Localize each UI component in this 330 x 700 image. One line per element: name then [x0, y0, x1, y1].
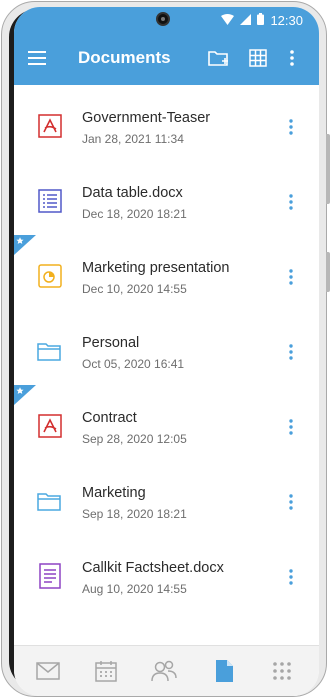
grid-view-icon[interactable]	[245, 45, 271, 71]
phone-frame: 12:30 Documents Government-Teaser Jan 28…	[1, 1, 330, 697]
list-item[interactable]: Contract Sep 28, 2020 12:05	[14, 385, 319, 460]
signal-icon	[240, 12, 252, 30]
calendar-icon[interactable]	[92, 658, 120, 684]
list-item[interactable]: Callkit Factsheet.docx Aug 10, 2020 14:5…	[14, 535, 319, 610]
apps-grid-icon[interactable]	[268, 658, 296, 684]
star-flag-icon	[14, 385, 36, 405]
status-icons: 12:30	[221, 12, 303, 30]
bottom-navigation	[14, 645, 319, 696]
pdf-file-icon	[36, 112, 64, 140]
status-time: 12:30	[270, 13, 303, 28]
documents-list: Government-Teaser Jan 28, 2021 11:34 Dat…	[14, 85, 319, 610]
document-name: Personal	[82, 335, 140, 351]
document-date: Jan 28, 2021 11:34	[82, 132, 184, 146]
table-file-icon	[36, 187, 64, 215]
document-name: Government-Teaser	[82, 110, 211, 126]
document-date: Oct 05, 2020 16:41	[82, 357, 185, 371]
item-more-icon[interactable]	[282, 340, 300, 364]
new-folder-icon[interactable]	[206, 45, 232, 71]
pdf-file-icon	[36, 412, 64, 440]
more-options-icon[interactable]	[279, 45, 305, 71]
hamburger-menu-icon[interactable]	[24, 45, 50, 71]
document-date: Sep 28, 2020 12:05	[82, 432, 187, 446]
list-item[interactable]: Data table.docx Dec 18, 2020 18:21	[14, 160, 319, 235]
list-item[interactable]: Marketing presentation Dec 10, 2020 14:5…	[14, 235, 319, 310]
app-bar: Documents	[14, 31, 319, 85]
item-more-icon[interactable]	[282, 565, 300, 589]
status-bar: 12:30	[14, 7, 319, 31]
document-name: Marketing	[82, 485, 146, 501]
mail-icon[interactable]	[34, 658, 62, 684]
document-name: Marketing presentation	[82, 260, 230, 276]
list-item[interactable]: Government-Teaser Jan 28, 2021 11:34	[14, 85, 319, 160]
list-item[interactable]: Marketing Sep 18, 2020 18:21	[14, 460, 319, 535]
document-file-icon	[36, 562, 64, 590]
volume-button	[326, 134, 330, 204]
item-more-icon[interactable]	[282, 190, 300, 214]
document-date: Sep 18, 2020 18:21	[82, 507, 187, 521]
document-name: Contract	[82, 410, 137, 426]
document-date: Dec 18, 2020 18:21	[82, 207, 187, 221]
folder-icon	[36, 337, 64, 365]
star-flag-icon	[14, 235, 36, 255]
battery-icon	[257, 12, 265, 30]
document-name: Callkit Factsheet.docx	[82, 560, 224, 576]
power-button	[326, 252, 330, 292]
folder-icon	[36, 487, 64, 515]
documents-icon[interactable]	[210, 658, 238, 684]
item-more-icon[interactable]	[282, 415, 300, 439]
screen: 12:30 Documents Government-Teaser Jan 28…	[14, 7, 319, 696]
document-date: Aug 10, 2020 14:55	[82, 582, 187, 596]
wifi-icon	[221, 12, 235, 30]
item-more-icon[interactable]	[282, 115, 300, 139]
page-title: Documents	[78, 48, 171, 67]
document-name: Data table.docx	[82, 185, 183, 201]
presentation-file-icon	[36, 262, 64, 290]
list-item[interactable]: Personal Oct 05, 2020 16:41	[14, 310, 319, 385]
front-camera	[156, 12, 170, 26]
contacts-icon[interactable]	[150, 658, 178, 684]
item-more-icon[interactable]	[282, 265, 300, 289]
item-more-icon[interactable]	[282, 490, 300, 514]
document-date: Dec 10, 2020 14:55	[82, 282, 187, 296]
